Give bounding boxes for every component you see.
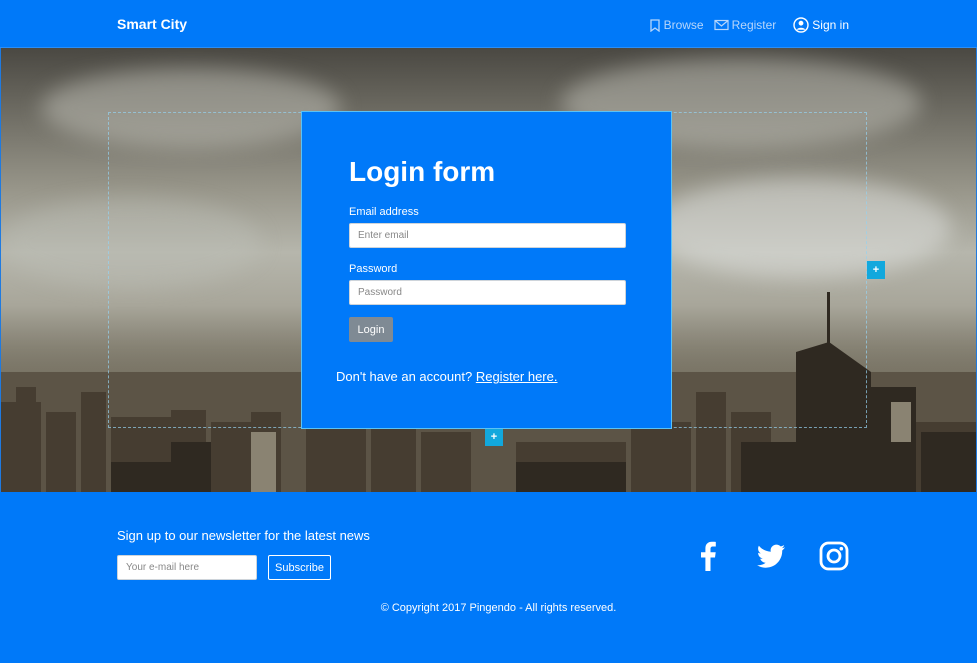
envelope-icon <box>714 19 729 31</box>
twitter-icon[interactable] <box>755 540 787 572</box>
nav-register-label: Register <box>731 18 777 32</box>
user-circle-icon <box>793 17 809 33</box>
nav-register-link[interactable]: Register <box>714 18 777 32</box>
facebook-icon[interactable] <box>692 540 724 572</box>
nav-signin-link[interactable]: Sign in <box>793 17 849 33</box>
newsletter-text: Sign up to our newsletter for the latest… <box>117 528 370 543</box>
password-label: Password <box>349 263 398 275</box>
email-field[interactable] <box>349 223 626 248</box>
newsletter-email-field[interactable] <box>117 555 257 580</box>
add-block-bottom-handle[interactable]: + <box>485 428 503 446</box>
nav-browse-label: Browse <box>663 18 704 32</box>
bookmark-icon <box>649 18 660 32</box>
navbar: Smart City Browse Register Sign in <box>0 0 977 48</box>
register-link[interactable]: Register here. <box>476 369 558 384</box>
copyright-text: © Copyright 2017 Pingendo - All rights r… <box>380 602 617 614</box>
nav-links: Browse Register Sign in <box>639 17 849 33</box>
register-prompt-text: Don't have an account? <box>336 369 473 384</box>
login-button[interactable]: Login <box>349 317 393 342</box>
subscribe-button[interactable]: Subscribe <box>268 555 331 580</box>
login-card: Login form Email address Password Login … <box>301 111 672 429</box>
instagram-icon[interactable] <box>818 540 850 572</box>
nav-signin-label: Sign in <box>812 18 849 32</box>
login-title: Login form <box>349 156 496 187</box>
add-block-right-handle[interactable]: + <box>867 261 885 279</box>
register-prompt: Don't have an account? Register here. <box>336 369 557 384</box>
brand-logo[interactable]: Smart City <box>117 16 187 32</box>
footer: Sign up to our newsletter for the latest… <box>0 492 977 663</box>
email-label: Email address <box>349 206 419 218</box>
nav-browse-link[interactable]: Browse <box>649 18 704 32</box>
password-field[interactable] <box>349 280 626 305</box>
